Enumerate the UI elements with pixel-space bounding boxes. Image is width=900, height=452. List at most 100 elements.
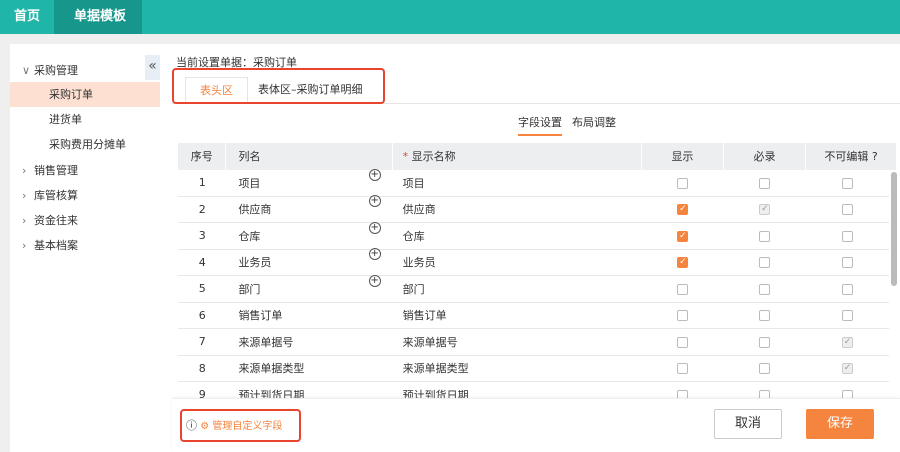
sidebar-group[interactable]: › 销售管理 — [22, 162, 78, 178]
row-no: 6 — [198, 308, 206, 322]
sidebar-group[interactable]: › 库管核算 — [22, 187, 78, 203]
col-readonly: 不可编辑 ? — [806, 143, 897, 170]
row-display-name[interactable]: 部门 — [393, 281, 642, 297]
required-checkbox[interactable] — [759, 230, 771, 242]
row-no: 5 — [198, 282, 206, 296]
chevron-down-icon: ∨ — [22, 64, 31, 77]
sidebar: « ∨ 采购管理 采购订单 进货单 采购费用分摊单 › 销售管理 › 库管核算 › 资金往来 › 基本档… — [10, 44, 160, 452]
plus-circle-icon[interactable]: + — [368, 248, 381, 261]
cancel-button[interactable]: 取消 — [714, 409, 782, 439]
show-checkbox[interactable]: ✓ — [677, 204, 689, 216]
sidebar-group-label: 采购管理 — [34, 64, 78, 77]
footer: ⓘ ⚙ 管理自定义字段 取消 保存 — [172, 398, 900, 452]
required-checkbox[interactable] — [759, 363, 771, 375]
row-name-text: 供应商 — [238, 203, 272, 217]
table-row: 6 销售订单 销售订单 — [178, 303, 889, 329]
save-button[interactable]: 保存 — [806, 409, 874, 439]
plus-circle-icon[interactable]: + — [368, 195, 381, 208]
sidebar-group-label: 资金往来 — [34, 214, 78, 227]
chevron-right-icon: › — [22, 164, 27, 177]
row-name: 来源单据号 — [226, 334, 392, 350]
readonly-checkbox[interactable] — [841, 204, 853, 216]
show-checkbox[interactable] — [677, 283, 689, 295]
col-display-name: * 显示名称 — [393, 143, 642, 170]
plus-circle-icon[interactable]: + — [368, 221, 381, 234]
col-required: 必录 — [724, 143, 807, 170]
row-display-name[interactable]: 销售订单 — [393, 307, 642, 323]
row-name: 仓库 + — [226, 221, 392, 244]
row-display-name[interactable]: 来源单据号 — [393, 334, 642, 350]
manage-custom-fields-link[interactable]: ⓘ ⚙ 管理自定义字段 — [180, 409, 301, 442]
collapse-sidebar-button[interactable]: « — [145, 55, 160, 80]
sidebar-group[interactable]: ∨ 采购管理 — [22, 62, 78, 78]
subtab-layout[interactable]: 布局调整 — [572, 114, 616, 130]
col-show: 显示 — [642, 143, 724, 170]
gear-icon: ⚙ — [200, 421, 210, 432]
readonly-checkbox[interactable]: ✓ — [841, 336, 853, 348]
plus-circle-icon[interactable]: + — [368, 274, 381, 287]
sidebar-item[interactable]: 进货单 — [10, 107, 160, 132]
tabs-highlight — [172, 68, 385, 104]
show-checkbox[interactable] — [677, 336, 689, 348]
required-checkbox[interactable] — [759, 257, 771, 269]
chevron-right-icon: › — [22, 189, 27, 202]
table-row: 3 仓库 + 仓库 ✓ — [178, 221, 889, 250]
row-no: 1 — [198, 176, 206, 190]
table-row: 5 部门 + 部门 — [178, 274, 889, 303]
tab-label: 单据模板 — [74, 9, 127, 24]
help-icon[interactable]: ⓘ — [186, 419, 197, 432]
sidebar-item[interactable]: 采购费用分摊单 — [10, 132, 160, 157]
table-header: 序号 列名 * 显示名称 显示 必录 不可编辑 ? — [178, 143, 897, 170]
col-no: 序号 — [178, 143, 227, 170]
readonly-checkbox[interactable]: ✓ — [841, 363, 853, 375]
required-checkbox[interactable] — [759, 177, 771, 189]
table-row: 2 供应商 + 供应商 ✓ ✓ — [178, 195, 889, 223]
sidebar-item[interactable]: 采购订单 — [10, 82, 160, 107]
row-name-text: 业务员 — [238, 256, 272, 270]
readonly-checkbox[interactable] — [841, 310, 853, 322]
show-checkbox[interactable] — [677, 177, 689, 189]
readonly-checkbox[interactable] — [841, 177, 853, 189]
readonly-checkbox[interactable] — [841, 283, 853, 295]
row-no: 8 — [198, 361, 206, 375]
table-row: 1 项目 + 项目 — [178, 168, 889, 197]
show-checkbox[interactable]: ✓ — [677, 257, 689, 269]
row-name: 业务员 + — [226, 248, 392, 270]
plus-circle-icon[interactable]: + — [368, 168, 381, 181]
tab-home[interactable]: 首页 — [0, 0, 54, 34]
row-name-text: 来源单据类型 — [238, 362, 305, 376]
readonly-checkbox[interactable] — [841, 257, 853, 269]
row-name-text: 部门 — [238, 282, 261, 296]
show-checkbox[interactable] — [677, 310, 689, 322]
row-name: 销售订单 — [226, 307, 392, 323]
row-display-name[interactable]: 仓库 — [393, 228, 642, 244]
help-icon[interactable]: ? — [872, 150, 878, 163]
required-checkbox[interactable]: ✓ — [759, 204, 771, 216]
row-name: 项目 + — [226, 168, 392, 191]
sidebar-group-label: 库管核算 — [34, 189, 78, 202]
readonly-checkbox[interactable] — [841, 230, 853, 242]
row-name: 供应商 + — [226, 195, 392, 217]
col-display-name-label: 显示名称 — [411, 150, 456, 163]
required-checkbox[interactable] — [759, 283, 771, 295]
main-panel: 当前设置单据：采购订单 表头区 表体区–采购订单明细 字段设置 布局调整 序号 … — [160, 44, 900, 452]
scrollbar[interactable] — [891, 172, 897, 286]
required-checkbox[interactable] — [759, 310, 771, 322]
col-name: 列名 — [226, 143, 393, 170]
sidebar-group[interactable]: › 资金往来 — [22, 212, 78, 228]
tab-document-template[interactable]: 单据模板× — [54, 0, 143, 58]
row-display-name[interactable]: 项目 — [393, 175, 642, 191]
subtab-field-settings[interactable]: 字段设置 — [518, 114, 562, 136]
row-no: 7 — [198, 335, 206, 349]
row-display-name[interactable]: 供应商 — [393, 201, 642, 217]
show-checkbox[interactable]: ✓ — [677, 230, 689, 242]
required-checkbox[interactable] — [759, 336, 771, 348]
row-display-name[interactable]: 来源单据类型 — [393, 360, 642, 376]
row-display-name[interactable]: 业务员 — [393, 254, 642, 270]
sidebar-group[interactable]: › 基本档案 — [22, 237, 78, 253]
sidebar-group-label: 基本档案 — [34, 239, 78, 252]
table-row: 8 来源单据类型 来源单据类型 ✓ — [178, 356, 889, 382]
sidebar-group-label: 销售管理 — [34, 164, 78, 177]
show-checkbox[interactable] — [677, 363, 689, 375]
col-readonly-label: 不可编辑 — [824, 150, 869, 163]
